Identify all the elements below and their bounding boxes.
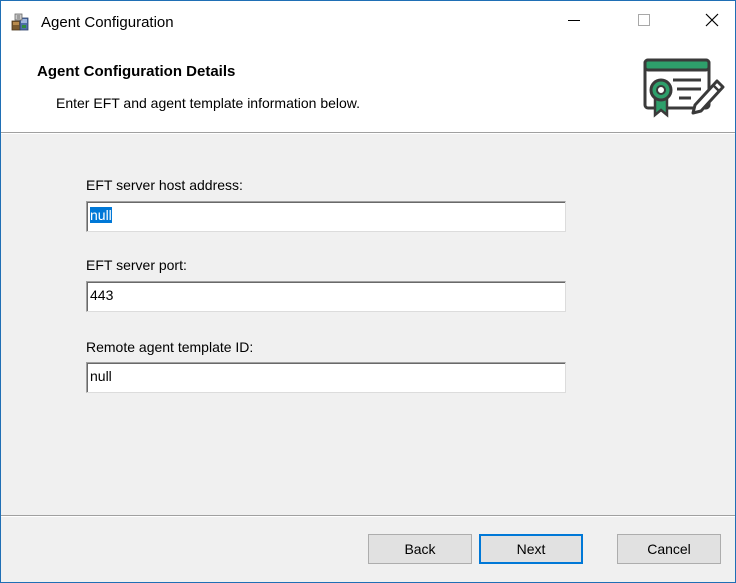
maximize-button[interactable] [621,1,667,41]
cancel-button[interactable]: Cancel [617,534,721,564]
host-address-label: EFT server host address: [86,177,243,193]
template-id-input[interactable]: null [86,362,566,393]
certificate-icon [639,57,729,123]
template-id-value: null [90,368,112,384]
installer-package-icon [11,12,31,32]
minimize-icon [568,13,580,29]
back-button[interactable]: Back [368,534,472,564]
template-id-label: Remote agent template ID: [86,339,254,355]
page-title: Agent Configuration Details [37,63,236,80]
minimize-button[interactable] [551,1,597,41]
page-subtitle: Enter EFT and agent template information… [56,95,361,111]
window-title: Agent Configuration [41,14,174,31]
title-bar[interactable]: Agent Configuration [1,1,735,41]
banner-divider-highlight [1,133,735,134]
footer-divider-highlight [1,516,735,517]
host-address-input[interactable]: null [86,201,566,232]
installer-window: Agent Configuration Agent Configuration … [0,0,736,583]
next-button[interactable]: Next [479,534,583,564]
server-port-value: 443 [90,287,114,303]
close-icon [705,13,719,30]
header-banner: Agent Configuration Details Enter EFT an… [1,41,735,132]
host-address-value: null [90,207,112,223]
maximize-icon [638,13,650,29]
close-button[interactable] [689,1,735,41]
server-port-input[interactable]: 443 [86,281,566,312]
server-port-label: EFT server port: [86,257,187,273]
